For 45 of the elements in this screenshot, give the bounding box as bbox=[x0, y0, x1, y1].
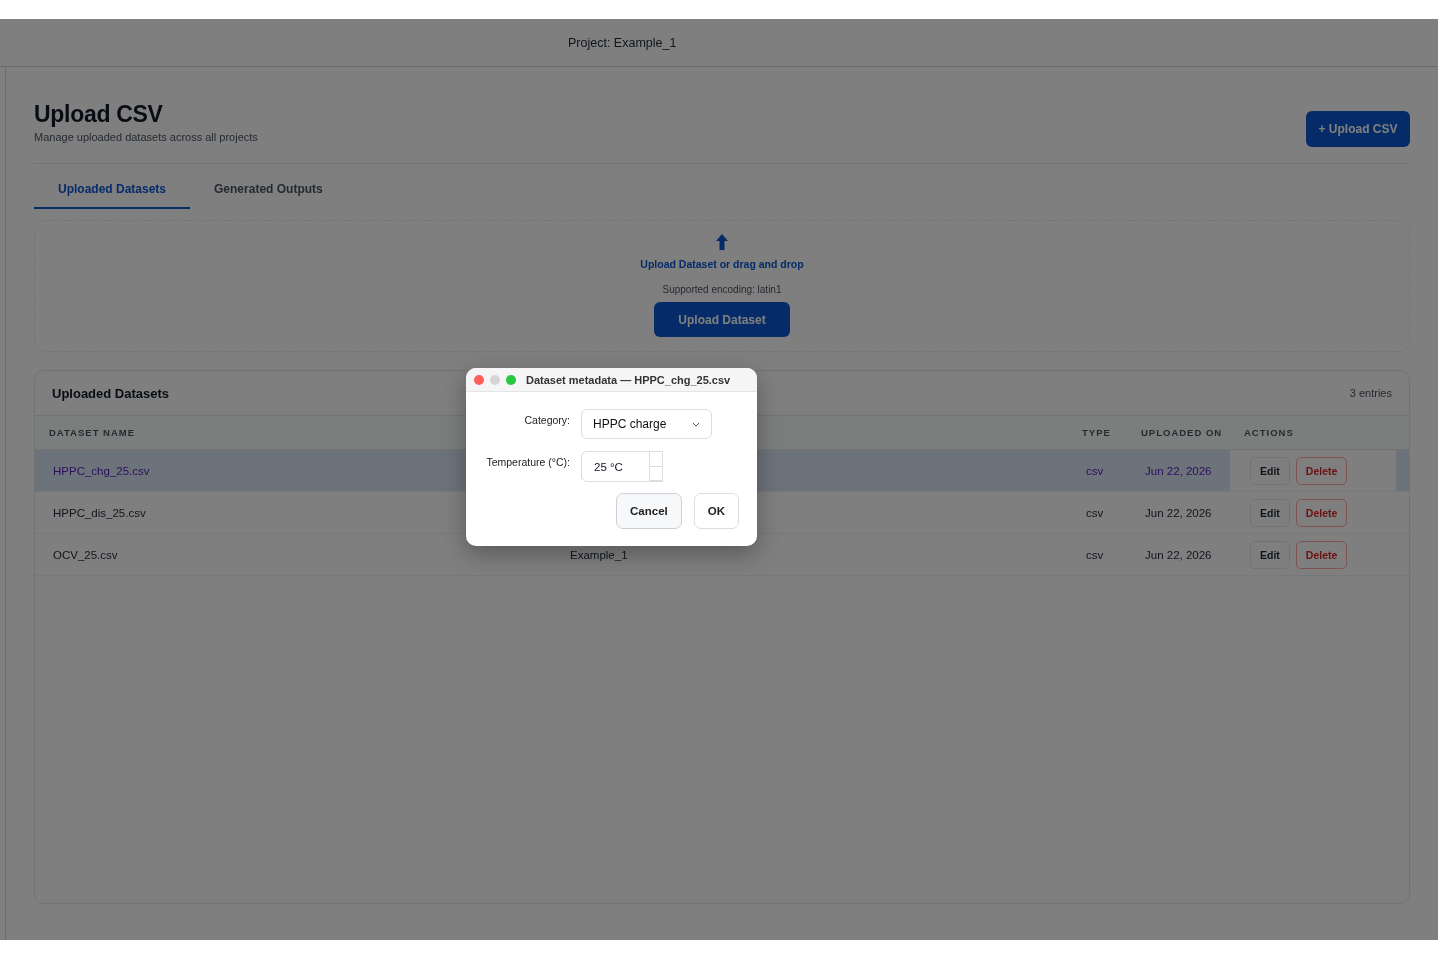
upload-arrow-icon bbox=[716, 234, 728, 250]
table-cell-text: HPPC_dis_25.csv bbox=[52, 506, 147, 519]
column-header: TYPE bbox=[1081, 427, 1112, 438]
table-cell-text: Jun 22, 2026 bbox=[1144, 464, 1213, 477]
delete-button[interactable]: Delete bbox=[1295, 540, 1348, 569]
entry-count: 3 entries bbox=[1349, 387, 1392, 399]
delete-button[interactable]: Delete bbox=[1295, 498, 1348, 527]
tab[interactable]: Generated Outputs bbox=[190, 182, 347, 209]
edit-button[interactable]: Edit bbox=[1250, 540, 1290, 569]
close-icon[interactable] bbox=[474, 374, 484, 385]
table-cell-text: csv bbox=[1085, 506, 1105, 519]
category-select[interactable]: HPPC charge bbox=[581, 409, 712, 439]
table-cell-text: Example_1 bbox=[569, 548, 629, 561]
page-subtitle: Manage uploaded datasets across all projects bbox=[34, 131, 258, 143]
table-cell-text: Jun 22, 2026 bbox=[1144, 548, 1213, 561]
dialog-button[interactable]: Cancel bbox=[616, 493, 682, 529]
tab[interactable]: Uploaded Datasets bbox=[34, 182, 191, 209]
column-header: ACTIONS bbox=[1243, 427, 1295, 438]
table-cell-text: OCV_25.csv bbox=[52, 548, 119, 561]
column-header: DATASET NAME bbox=[48, 427, 137, 438]
table-cell-text: Jun 22, 2026 bbox=[1144, 506, 1213, 519]
upload-csv-button[interactable]: + Upload CSV bbox=[1306, 111, 1410, 147]
table-cell-text: csv bbox=[1085, 548, 1105, 561]
dialog-title: Dataset metadata — HPPC_chg_25.csv bbox=[526, 373, 731, 386]
dropzone[interactable]: Upload Dataset or drag and drop Supported encoding: latin1 Upload Dataset bbox=[34, 220, 1410, 352]
table-cell-text: csv bbox=[1085, 464, 1105, 477]
encoding-note: Supported encoding: latin1 bbox=[662, 284, 782, 295]
delete-button[interactable]: Delete bbox=[1295, 456, 1348, 485]
minimize-icon bbox=[490, 374, 500, 385]
temperature-spinbox[interactable]: 25 °C bbox=[581, 451, 663, 482]
field-label: Temperature (°C): bbox=[485, 455, 570, 468]
edit-button[interactable]: Edit bbox=[1250, 456, 1290, 485]
upload-dataset-button[interactable]: Upload Dataset bbox=[654, 302, 790, 337]
dialog-button[interactable]: OK bbox=[693, 493, 739, 529]
field-label: Category: bbox=[523, 413, 570, 426]
upload-link[interactable]: Upload Dataset or drag and drop bbox=[640, 258, 804, 270]
table-cell-text: HPPC_chg_25.csv bbox=[52, 464, 151, 477]
column-header: UPLOADED ON bbox=[1140, 427, 1224, 438]
page-title: Upload CSV bbox=[34, 101, 164, 128]
chevron-down-icon bbox=[692, 421, 700, 427]
zoom-icon[interactable] bbox=[506, 374, 516, 385]
stepper-icon[interactable] bbox=[649, 452, 662, 481]
project-label: Project: Example_1 bbox=[568, 35, 677, 50]
edit-button[interactable]: Edit bbox=[1250, 498, 1290, 527]
card-title: Uploaded Datasets bbox=[52, 385, 170, 401]
